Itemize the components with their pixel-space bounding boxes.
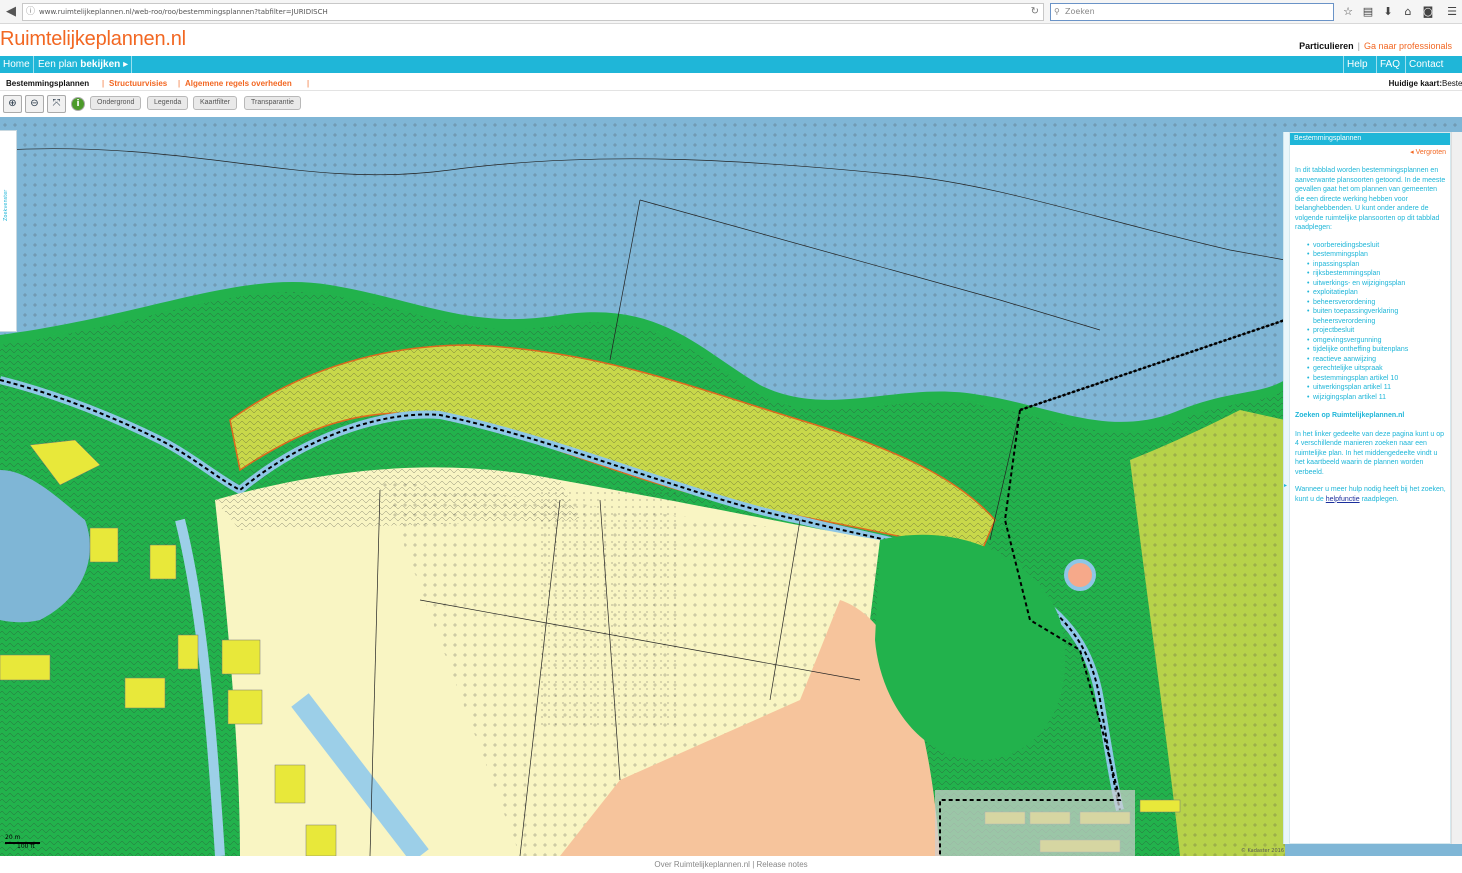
current-map-label: Huidige kaart: bbox=[1388, 79, 1442, 88]
star-icon[interactable]: ☆ bbox=[1340, 3, 1356, 21]
chevron-left-icon: ◂ bbox=[1410, 149, 1414, 156]
list-item: bestemmingsplan artikel 10 bbox=[1307, 374, 1446, 384]
zoom-out-icon[interactable]: ⊖ bbox=[25, 95, 44, 113]
audience-particulieren: Particulieren bbox=[1299, 41, 1354, 51]
list-item: beheersverordening bbox=[1307, 298, 1446, 308]
address-bar[interactable]: ⓘ www.ruimtelijkeplannen.nl/web-roo/roo/… bbox=[22, 3, 1044, 21]
scrollbar[interactable] bbox=[1451, 132, 1462, 844]
pocket-icon[interactable]: ◙ bbox=[1420, 3, 1436, 21]
list-item: voorbereidingsbesluit bbox=[1307, 241, 1446, 251]
map-graphic bbox=[0, 117, 1462, 856]
list-item: uitwerkingsplan artikel 11 bbox=[1307, 383, 1446, 393]
list-item: uitwerkings- en wijzigingsplan bbox=[1307, 279, 1446, 289]
clipboard-icon[interactable]: ▤ bbox=[1360, 3, 1376, 21]
list-item: inpassingsplan bbox=[1307, 260, 1446, 270]
zoeken-text: In het linker gedeelte van deze pagina k… bbox=[1295, 430, 1445, 476]
list-item: exploitatieplan bbox=[1307, 288, 1446, 298]
nav-faq[interactable]: FAQ bbox=[1376, 56, 1403, 73]
search-icon: ⚲ bbox=[1054, 7, 1060, 16]
list-item: wijzigingsplan artikel 11 bbox=[1307, 393, 1446, 403]
download-icon[interactable]: ⬇ bbox=[1380, 3, 1396, 21]
nav-help[interactable]: Help bbox=[1343, 56, 1371, 73]
helpfunctie-link[interactable]: helpfunctie bbox=[1326, 496, 1360, 503]
chevron-right-icon: ▸ bbox=[123, 59, 129, 70]
nav-home[interactable]: Home bbox=[0, 56, 34, 73]
nav-plan-prefix: Een plan bbox=[38, 59, 78, 70]
zoekvenster-label: Zoekvenster bbox=[3, 189, 9, 221]
vergroten-label: Vergroten bbox=[1415, 149, 1446, 156]
list-item: rijksbestemmingsplan bbox=[1307, 269, 1446, 279]
list-item: omgevingsvergunning bbox=[1307, 336, 1446, 346]
legenda-button[interactable]: Legenda bbox=[147, 96, 189, 110]
ondergrond-button[interactable]: Ondergrond bbox=[90, 96, 142, 110]
panel-body: In dit tabblad worden bestemmingsplannen… bbox=[1290, 156, 1450, 504]
page-footer: Over Ruimtelijkeplannen.nl | Release not… bbox=[0, 856, 1462, 873]
full-extent-icon[interactable]: ⤧ bbox=[47, 95, 66, 113]
list-item: bestemmingsplan bbox=[1307, 250, 1446, 260]
footer-over-link[interactable]: Over Ruimtelijkeplannen.nl bbox=[654, 860, 750, 869]
nav-plan-bold: bekijken bbox=[80, 59, 121, 70]
menu-icon[interactable]: ☰ bbox=[1444, 3, 1460, 21]
zoeken-heading: Zoeken op Ruimtelijkeplannen.nl bbox=[1295, 412, 1405, 419]
scale-feet: 100 ft bbox=[17, 843, 35, 850]
info-panel: Bestemmingsplannen ◂ Vergroten In dit ta… bbox=[1289, 132, 1451, 844]
panel-title: Bestemmingsplannen bbox=[1290, 133, 1450, 145]
browser-search-input[interactable]: ⚲ Zoeken bbox=[1050, 3, 1334, 21]
chevron-right-icon: ▸ bbox=[1284, 482, 1288, 489]
list-item: reactieve aanwijzing bbox=[1307, 355, 1446, 365]
panel-intro: In dit tabblad worden bestemmingsplannen… bbox=[1295, 167, 1446, 231]
list-item: tijdelijke ontheffing buitenplans bbox=[1307, 345, 1446, 355]
map-toolbar: ⊕ ⊖ ⤧ i Ondergrond Legenda Kaartfilter T… bbox=[0, 92, 1462, 116]
scale-bar: 20 m 100 ft bbox=[5, 834, 45, 850]
info-tool-icon[interactable]: i bbox=[71, 97, 85, 111]
map-copyright: © Kadaster 2016 bbox=[1240, 848, 1284, 854]
main-nav: Home Een plan bekijken ▸ Help FAQ Contac… bbox=[0, 56, 1462, 73]
transparantie-button[interactable]: Transparantie bbox=[244, 96, 301, 110]
audience-switch: Particulieren | Ga naar professionals bbox=[1299, 41, 1452, 51]
nav-contact[interactable]: Contact bbox=[1405, 56, 1451, 73]
nav-een-plan-bekijken[interactable]: Een plan bekijken ▸ bbox=[35, 56, 133, 73]
search-placeholder: Zoeken bbox=[1065, 7, 1095, 16]
map-canvas[interactable] bbox=[0, 117, 1462, 856]
scale-meters: 20 m bbox=[5, 834, 21, 841]
site-logo[interactable]: Ruimtelijkeplannen.nl bbox=[0, 28, 186, 51]
list-item: projectbesluit bbox=[1307, 326, 1446, 336]
tab-bestemmingsplannen[interactable]: Bestemmingsplannen bbox=[6, 76, 89, 91]
audience-professionals-link[interactable]: Ga naar professionals bbox=[1364, 41, 1452, 51]
browser-toolbar: ◀ ⓘ www.ruimtelijkeplannen.nl/web-roo/ro… bbox=[0, 0, 1462, 24]
zoekvenster-tab[interactable]: Zoekvenster bbox=[0, 130, 17, 332]
help-text: Wanneer u meer hulp nodig heeft bij het … bbox=[1295, 486, 1446, 503]
info-icon: ⓘ bbox=[26, 7, 36, 17]
reload-icon[interactable]: ↻ bbox=[1031, 4, 1039, 20]
back-icon[interactable]: ◀ bbox=[2, 3, 20, 21]
current-map-value: Bestemmingsplannen bbox=[1442, 79, 1462, 88]
current-map-indicator: Huidige kaart: Bestemmingsplannen bbox=[1388, 76, 1462, 91]
tab-structuurvisies[interactable]: Structuurvisies bbox=[109, 76, 167, 91]
tab-algemene-regels[interactable]: Algemene regels overheden bbox=[185, 76, 292, 91]
home-icon[interactable]: ⌂ bbox=[1400, 3, 1416, 21]
map-tabs: Bestemmingsplannen | Structuurvisies | A… bbox=[0, 76, 1462, 91]
footer-release-link[interactable]: Release notes bbox=[757, 860, 808, 869]
kaartfilter-button[interactable]: Kaartfilter bbox=[193, 96, 237, 110]
list-item: gerechtelijke uitspraak bbox=[1307, 364, 1446, 374]
url-text: www.ruimtelijkeplannen.nl/web-roo/roo/be… bbox=[39, 8, 328, 16]
plantype-list: voorbereidingsbesluit bestemmingsplan in… bbox=[1307, 241, 1446, 403]
zoom-in-icon[interactable]: ⊕ bbox=[3, 95, 22, 113]
vergroten-link[interactable]: ◂ Vergroten bbox=[1290, 145, 1450, 156]
pond bbox=[1064, 559, 1096, 591]
list-item: buiten toepassingverklaring beheersveror… bbox=[1307, 307, 1446, 326]
